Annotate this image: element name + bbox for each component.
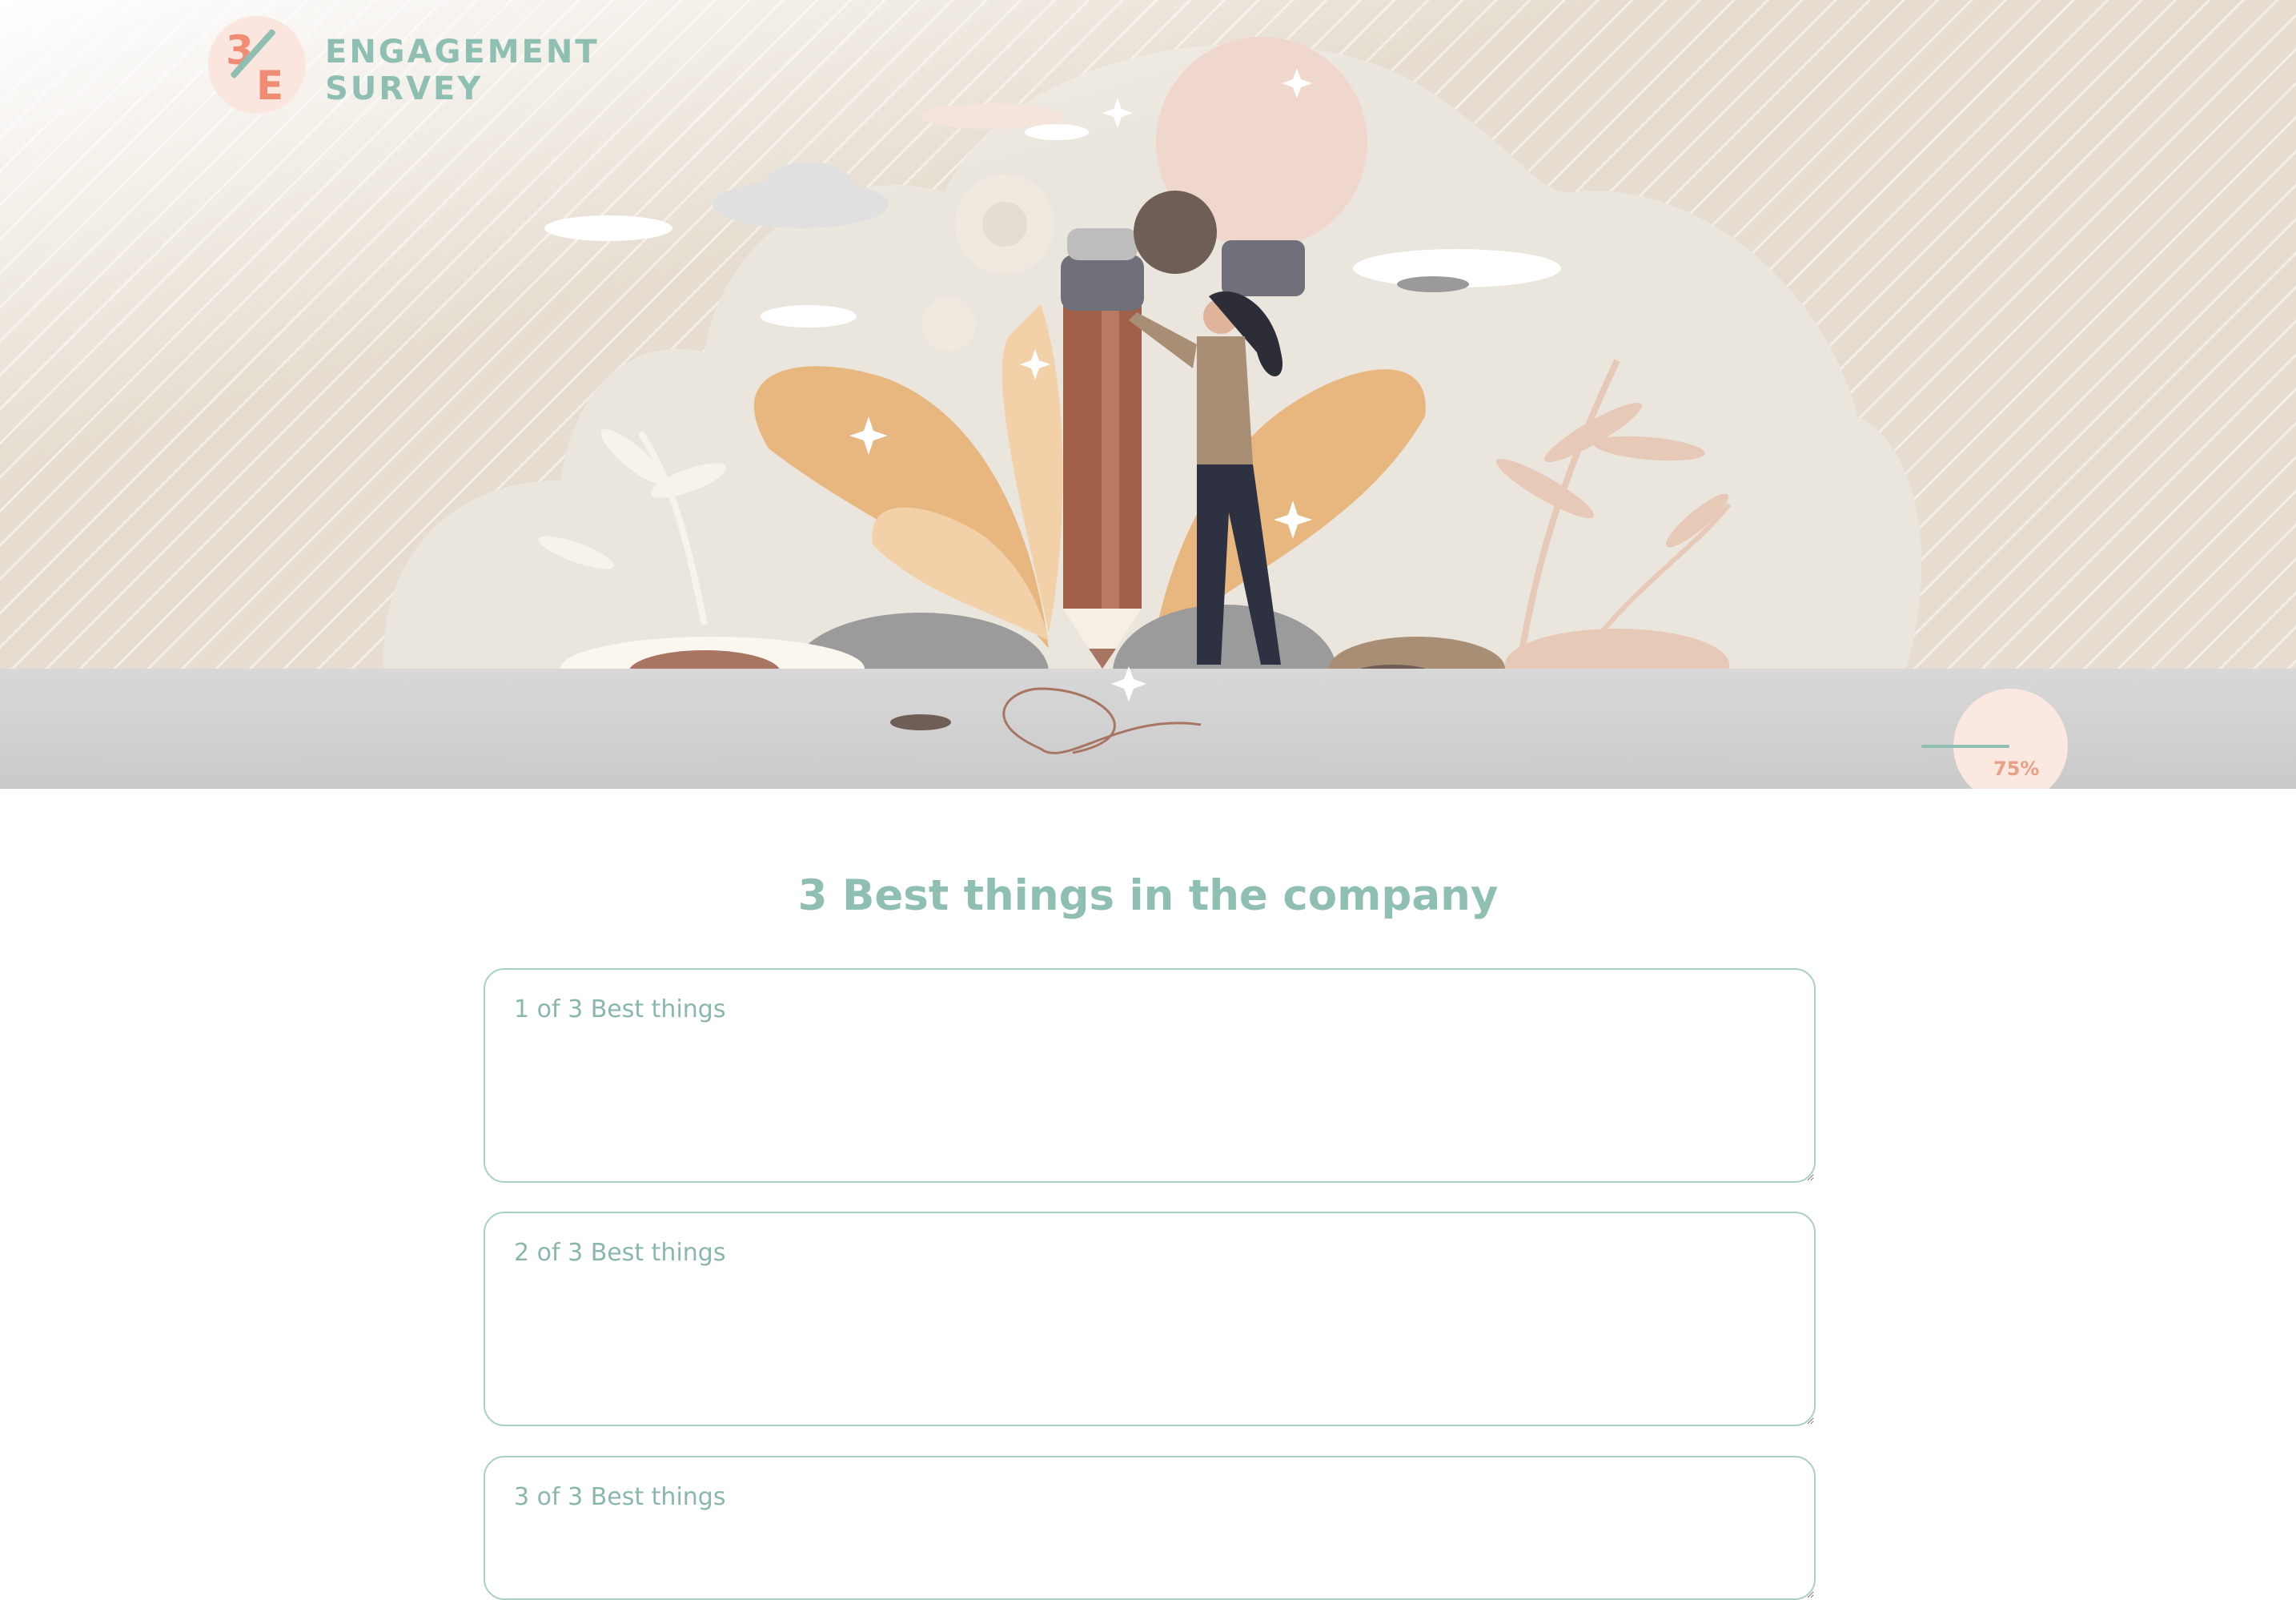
logo[interactable]: 3 E ENGAGEMENT SURVEY [208,16,597,116]
logo-line-2: SURVEY [325,70,484,107]
logo-wordmark: ENGAGEMENT SURVEY [325,34,600,107]
progress-bar [1921,745,2009,748]
answer-field-2[interactable] [484,1212,1816,1426]
logo-badge: 3 E [208,16,306,114]
section-title: 3 Best things in the company [797,871,1499,920]
progress-indicator: 75% [1921,687,2068,789]
progress-label: 75% [1993,758,2040,780]
hero-illustration [0,0,2296,789]
answer-field-3[interactable] [484,1456,1816,1600]
logo-line-1: ENGAGEMENT [325,34,600,70]
hero-banner: 3 E ENGAGEMENT SURVEY 75% [0,0,2296,789]
logo-letter: E [256,62,284,109]
answer-field-1[interactable] [484,968,1816,1183]
